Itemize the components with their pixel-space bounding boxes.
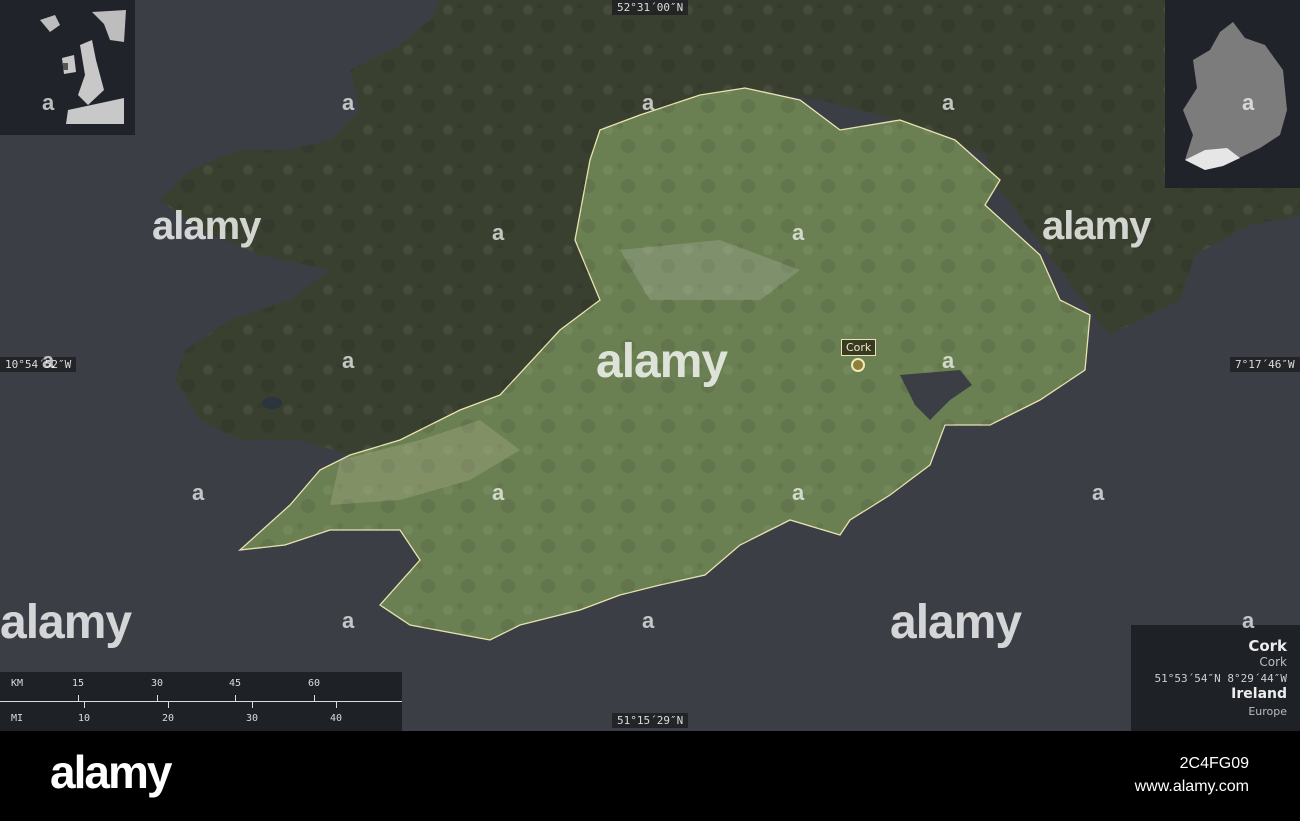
watermark-glyph: a bbox=[642, 608, 655, 633]
scale-km-tick: 30 bbox=[150, 678, 164, 689]
image-id: 2C4FG09 bbox=[1179, 755, 1249, 772]
scale-km-tick: 45 bbox=[228, 678, 242, 689]
watermark: alamy bbox=[596, 335, 728, 388]
watermark-glyph: a bbox=[1242, 608, 1255, 633]
watermark-glyph: a bbox=[342, 90, 355, 115]
scale-mi-label: MI bbox=[11, 713, 24, 724]
scale-mi-tick: 30 bbox=[245, 713, 259, 724]
watermark-glyph: a bbox=[42, 348, 55, 373]
watermark-glyph: a bbox=[942, 348, 955, 373]
watermark: alamy bbox=[152, 204, 261, 248]
region-coordinates: 51°53´54″N 8°29´44″W bbox=[1154, 672, 1287, 685]
scale-km-label: KM bbox=[11, 678, 24, 689]
watermark-glyph: a bbox=[792, 220, 805, 245]
region-name: Cork bbox=[1248, 637, 1287, 655]
watermark-glyph: a bbox=[942, 90, 955, 115]
europe-locator-inset bbox=[0, 0, 135, 135]
latitude-bottom-label: 51°15´29″N bbox=[612, 713, 689, 728]
watermark-glyph: a bbox=[342, 348, 355, 373]
watermark: alamy bbox=[890, 596, 1022, 649]
watermark-glyph: a bbox=[1092, 480, 1105, 505]
europe-inset-graphic bbox=[40, 10, 126, 124]
watermark: alamy bbox=[1042, 204, 1151, 248]
stock-image: 52°31´00″N 51°15´29″N 10°54´52″W 7°17´46… bbox=[0, 0, 1300, 821]
country-name: Ireland bbox=[1231, 686, 1287, 702]
longitude-right-label: 7°17´46″W bbox=[1230, 357, 1300, 372]
watermark: alamy bbox=[0, 596, 132, 649]
alamy-logo[interactable]: alamy bbox=[50, 745, 172, 799]
scale-line bbox=[0, 701, 402, 702]
city-label: Cork bbox=[846, 341, 872, 354]
site-url[interactable]: www.alamy.com bbox=[1135, 778, 1249, 796]
watermark-glyph: a bbox=[342, 608, 355, 633]
watermark-glyph: a bbox=[1242, 90, 1255, 115]
satellite-map: 52°31´00″N 51°15´29″N 10°54´52″W 7°17´46… bbox=[0, 0, 1300, 731]
region-info-box: Cork Cork 51°53´54″N 8°29´44″W Ireland E… bbox=[1131, 625, 1300, 731]
city-marker bbox=[851, 358, 865, 372]
watermark-glyph: a bbox=[492, 480, 505, 505]
scale-km-tick: 15 bbox=[71, 678, 85, 689]
watermark-glyph: a bbox=[192, 480, 205, 505]
scale-mi-tick: 20 bbox=[161, 713, 175, 724]
scale-mi-tick: 10 bbox=[77, 713, 91, 724]
latitude-top-label: 52°31´00″N bbox=[612, 0, 689, 15]
scale-km-tick: 60 bbox=[307, 678, 321, 689]
continent-name: Europe bbox=[1248, 705, 1287, 718]
watermark-glyph: a bbox=[642, 90, 655, 115]
watermark-glyph: a bbox=[492, 220, 505, 245]
city-label-box: Cork bbox=[841, 339, 877, 356]
watermark-glyph: a bbox=[792, 480, 805, 505]
region-subname: Cork bbox=[1259, 655, 1287, 669]
longitude-left-label: 10°54´52″W bbox=[0, 357, 77, 372]
ireland-inset-graphic bbox=[1183, 22, 1287, 170]
watermark-glyph: a bbox=[42, 90, 55, 115]
scale-bar: KM 15 30 45 60 MI 10 20 30 40 bbox=[0, 672, 402, 731]
ireland-locator-inset bbox=[1165, 0, 1300, 188]
footer-banner: alamy 2C4FG09 www.alamy.com bbox=[0, 731, 1300, 821]
scale-mi-tick: 40 bbox=[329, 713, 343, 724]
